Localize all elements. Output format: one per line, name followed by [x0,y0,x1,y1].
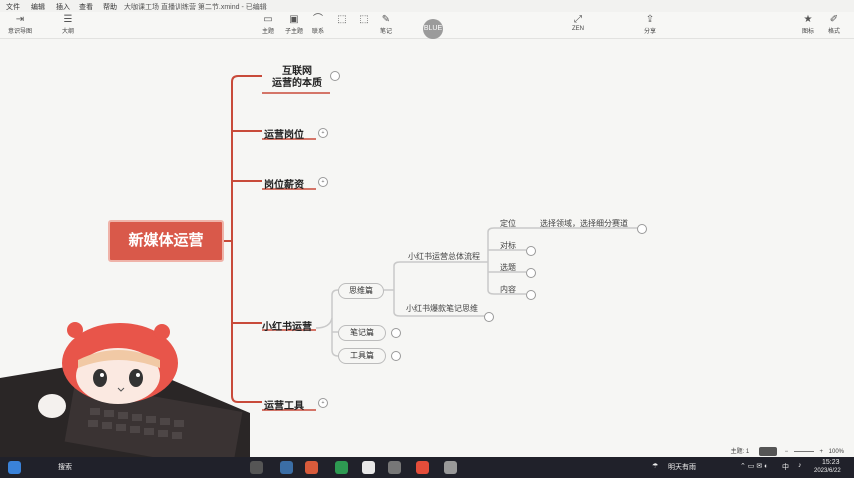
pill-notes[interactable]: 笔记篇 [338,325,386,341]
pill-tools[interactable]: 工具篇 [338,348,386,364]
branch-operation-tools[interactable]: 运营工具 [264,397,304,412]
input-language[interactable]: 中 [782,462,789,472]
expand-toggle[interactable] [391,328,401,338]
weather-icon[interactable]: ☂ [652,462,658,470]
leaf-positioning[interactable]: 定位 [500,218,516,229]
taskbar-app-icon[interactable] [362,461,375,474]
expand-toggle[interactable]: + [318,128,328,138]
taskbar-search[interactable]: 搜索 [58,462,72,472]
branch-xiaohongshu[interactable]: 小红书运营 [262,318,312,333]
tray-icons[interactable]: ⌃ ▭ ✉ ◐ [740,462,768,470]
zoom-in-icon[interactable]: + [819,449,823,455]
taskbar-app-icon[interactable] [280,461,293,474]
topic-count: 主题: 1 [730,449,750,455]
status-bar: 主题: 1 − + 100% [731,446,844,456]
clock-time[interactable]: 15:23 [822,459,840,466]
taskbar: 搜索 ☂ 明天有雨 ⌃ ▭ ✉ ◐ 中 ♪ 15:23 2023/6/22 [0,457,854,478]
branch-operation-positions[interactable]: 运营岗位 [264,126,304,141]
expand-toggle[interactable] [484,312,494,322]
expand-toggle[interactable] [526,268,536,278]
collapse-toggle[interactable] [330,71,340,81]
taskbar-app-icon[interactable] [388,461,401,474]
topic-xhs-process[interactable]: 小红书运营总体流程 [408,251,480,262]
root-topic[interactable]: 新媒体运营 [108,220,224,262]
pill-thinking[interactable]: 思维篇 [338,283,384,299]
clock-date[interactable]: 2023/6/22 [814,468,841,474]
zoom-level: 100% [828,449,844,455]
taskbar-app-icon[interactable] [444,461,457,474]
taskbar-app-icon[interactable] [305,461,318,474]
windows-start-icon[interactable] [8,461,21,474]
leaf-topic-selection[interactable]: 选题 [500,262,516,273]
topic-xhs-viral-notes[interactable]: 小红书爆款笔记思维 [406,303,478,314]
expand-toggle[interactable] [391,351,401,361]
taskbar-app-icon[interactable] [335,461,348,474]
branch-position-salary[interactable]: 岗位薪资 [264,176,304,191]
taskbar-app-icon[interactable] [250,461,263,474]
zoom-slider[interactable] [793,450,814,452]
mascot-overlay [0,322,250,458]
leaf-benchmark[interactable]: 对标 [500,240,516,251]
leaf-positioning-detail[interactable]: 选择领域，选择细分赛道 [540,218,628,229]
expand-toggle[interactable] [637,224,647,234]
leaf-content[interactable]: 内容 [500,284,516,295]
map-toggle-icon[interactable] [758,446,777,456]
volume-icon[interactable]: ♪ [798,462,802,469]
branch-internet-essence[interactable]: 互联网 运营的本质 [272,66,322,90]
weather-label[interactable]: 明天有雨 [668,462,696,472]
expand-toggle[interactable] [526,290,536,300]
expand-toggle[interactable] [526,246,536,256]
zoom-out-icon[interactable]: − [785,449,789,455]
expand-toggle[interactable]: + [318,177,328,187]
expand-toggle[interactable]: + [318,398,328,408]
taskbar-app-icon[interactable] [416,461,429,474]
